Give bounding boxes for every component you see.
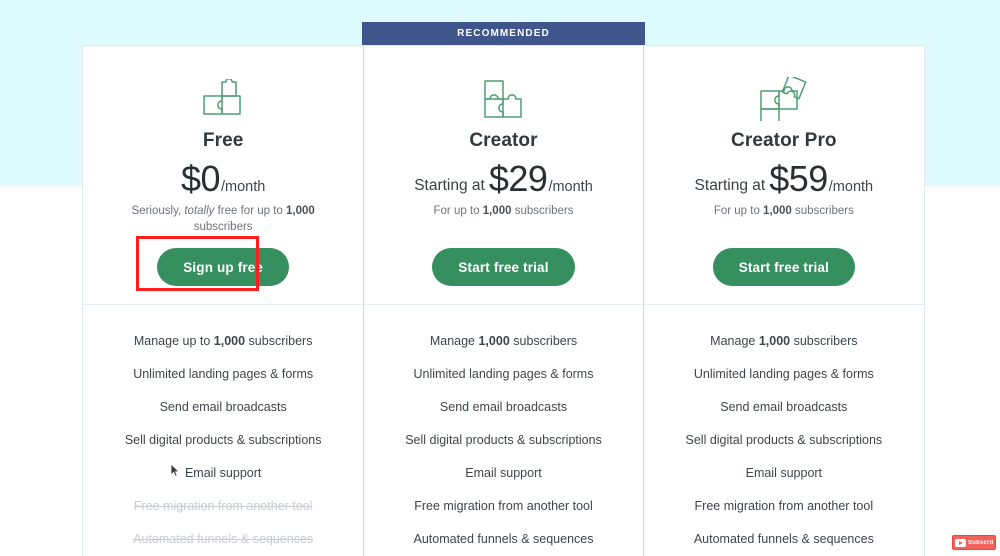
plan-price-note-creator-pro: For up to 1,000 subscribers bbox=[713, 205, 854, 217]
price-period: /month bbox=[828, 179, 874, 195]
feature-item: Email support bbox=[184, 466, 262, 480]
feature-item: Sell digital products & subscriptions bbox=[124, 433, 322, 447]
feature-item: Send email broadcasts bbox=[159, 400, 287, 414]
feature-count: 1,000 bbox=[758, 334, 791, 348]
feature-item: Send email broadcasts bbox=[720, 400, 848, 414]
feature-item: Email support bbox=[465, 466, 542, 480]
feature-count: 1,000 bbox=[213, 334, 246, 348]
feature-count: 1,000 bbox=[478, 334, 510, 348]
plan-price-note-free: Seriously, totally free for up to 1,000 … bbox=[131, 205, 315, 233]
plan-name-free: Free bbox=[202, 130, 244, 151]
feature-item: Automated funnels & sequences bbox=[693, 532, 874, 546]
feature-item: Automated funnels & sequences bbox=[413, 532, 594, 546]
plan-header-free: Free $0/month Seriously, totally free for … bbox=[83, 46, 364, 305]
plan-price-free: $0/month bbox=[181, 161, 265, 197]
plan-column-creator: Creator Starting at $29/month For up to 1,0… bbox=[363, 46, 644, 556]
feature-item: Sell digital products & subscriptions bbox=[405, 433, 602, 447]
puzzle-two-pieces-icon bbox=[201, 73, 245, 125]
cta-button-creator-pro[interactable]: Start free trial bbox=[712, 248, 855, 286]
price-prefix: Starting at bbox=[694, 177, 766, 194]
cta-button-creator[interactable]: Start free trial bbox=[432, 248, 575, 286]
feature-item: Unlimited landing pages & forms bbox=[693, 367, 874, 381]
price-period: /month bbox=[221, 179, 266, 195]
plan-header-creator-pro: Creator Pro Starting at $59/month For up to… bbox=[643, 46, 924, 305]
price-note-emphasis: totally bbox=[184, 205, 215, 217]
youtube-play-icon bbox=[955, 538, 966, 547]
plan-price-note-creator: For up to 1,000 subscribers bbox=[433, 205, 574, 217]
feature-item: Manage up to 1,000 subscribers bbox=[133, 334, 313, 348]
plan-price-creator: Starting at $29/month bbox=[414, 161, 593, 197]
price-amount: $59 bbox=[769, 158, 828, 199]
youtube-subscribe-badge[interactable]: Subscribe bbox=[952, 535, 996, 550]
feature-item: Automated funnels & sequences bbox=[133, 532, 314, 546]
feature-item: Free migration from another tool bbox=[414, 499, 593, 513]
feature-list-creator-pro: Manage 1,000 subscribers Unlimited landin… bbox=[644, 305, 924, 556]
recommended-ribbon: RECOMMENDED bbox=[362, 22, 645, 45]
plan-column-free: Free $0/month Seriously, totally free for … bbox=[83, 46, 364, 556]
feature-item: Sell digital products & subscriptions bbox=[685, 433, 883, 447]
feature-item: Unlimited landing pages & forms bbox=[133, 367, 314, 381]
price-note-count: 1,000 bbox=[482, 205, 512, 217]
price-amount: $0 bbox=[180, 158, 221, 199]
price-note-count: 1,000 bbox=[763, 205, 792, 217]
feature-item: Manage 1,000 subscribers bbox=[429, 334, 578, 348]
feature-item: Free migration from another tool bbox=[694, 499, 874, 513]
price-amount: $29 bbox=[488, 158, 548, 199]
pricing-table: Free $0/month Seriously, totally free for … bbox=[82, 45, 925, 556]
puzzle-three-pieces-icon bbox=[482, 73, 526, 125]
cta-button-free[interactable]: Sign up free bbox=[157, 248, 290, 286]
plan-cta-wrap-free: Sign up free bbox=[136, 236, 290, 291]
plan-name-creator: Creator bbox=[469, 130, 538, 151]
feature-list-free: Manage up to 1,000 subscribers Unlimited … bbox=[83, 305, 363, 556]
feature-item: Manage 1,000 subscribers bbox=[710, 334, 858, 348]
plan-name-creator-pro: Creator Pro bbox=[731, 130, 837, 151]
plan-price-creator-pro: Starting at $59/month bbox=[695, 161, 874, 197]
price-period: /month bbox=[548, 179, 593, 195]
feature-list-creator: Manage 1,000 subscribers Unlimited landin… bbox=[364, 305, 642, 556]
puzzle-four-pieces-icon bbox=[758, 73, 810, 125]
plan-cta-wrap-creator: Start free trial bbox=[432, 248, 575, 286]
price-note-count: 1,000 bbox=[286, 205, 315, 217]
plan-header-creator: Creator Starting at $29/month For up to 1,0… bbox=[364, 46, 643, 305]
pricing-page: RECOMMENDED Free $0/month Seriously, total… bbox=[0, 0, 1000, 556]
plan-column-creator-pro: Creator Pro Starting at $59/month For up to… bbox=[643, 46, 924, 556]
recommended-ribbon-label: RECOMMENDED bbox=[457, 28, 550, 39]
feature-item: Free migration from another tool bbox=[133, 499, 313, 513]
feature-item: Unlimited landing pages & forms bbox=[413, 367, 594, 381]
price-prefix: Starting at bbox=[414, 177, 485, 194]
plan-cta-wrap-creator-pro: Start free trial bbox=[712, 248, 855, 286]
feature-item: Email support bbox=[745, 466, 823, 480]
subscribe-label: Subscribe bbox=[968, 539, 993, 546]
feature-item: Send email broadcasts bbox=[439, 400, 568, 414]
